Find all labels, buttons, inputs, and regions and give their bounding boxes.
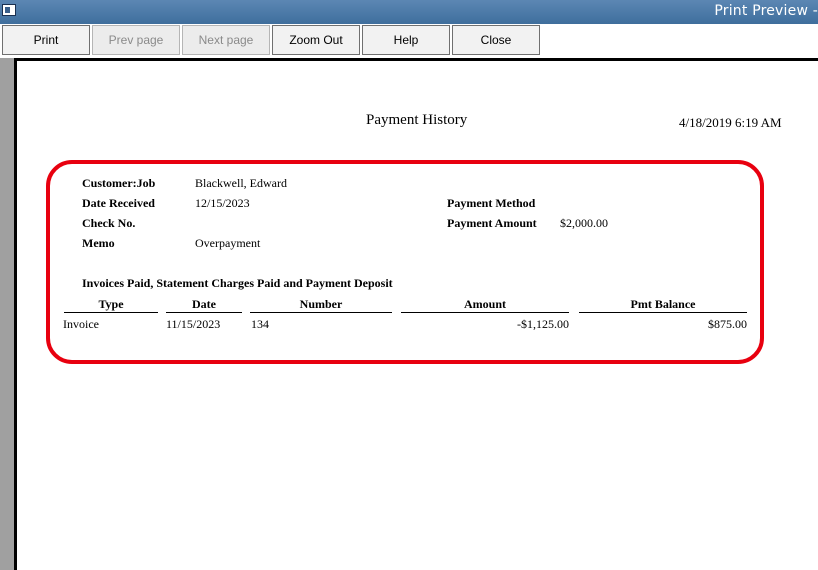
row-amount: -$1,125.00 — [517, 317, 569, 331]
row-number: 134 — [251, 317, 269, 331]
window-title: Print Preview - — [714, 3, 818, 19]
check-no-label: Check No. — [82, 216, 136, 230]
customer-job-value: Blackwell, Edward — [195, 176, 287, 190]
window-titlebar: Print Preview - — [0, 0, 818, 24]
column-header-date: Date — [166, 297, 242, 313]
date-received-label: Date Received — [82, 196, 155, 210]
customer-job-label: Customer:Job — [82, 176, 156, 190]
row-date: 11/15/2023 — [166, 317, 221, 331]
print-button[interactable]: Print — [2, 25, 90, 55]
section-title: Invoices Paid, Statement Charges Paid an… — [82, 276, 393, 290]
report-printed-at: 4/18/2019 6:19 AM — [679, 115, 782, 130]
memo-label: Memo — [82, 236, 115, 250]
report-page: Payment History 4/18/2019 6:19 AM Custom… — [17, 61, 818, 570]
preview-toolbar: Print Prev page Next page Zoom Out Help … — [0, 24, 818, 58]
column-header-number: Number — [250, 297, 392, 313]
memo-value: Overpayment — [195, 236, 261, 250]
payment-amount-value: $2,000.00 — [560, 216, 608, 230]
zoom-out-button[interactable]: Zoom Out — [272, 25, 360, 55]
column-header-amount: Amount — [401, 297, 569, 313]
preview-margin — [0, 58, 17, 570]
row-pmt-balance: $875.00 — [708, 317, 747, 331]
payment-amount-label: Payment Amount — [447, 216, 537, 230]
help-button[interactable]: Help — [362, 25, 450, 55]
report-title: Payment History — [366, 112, 468, 128]
app-icon[interactable] — [2, 4, 16, 16]
column-header-pmt-balance: Pmt Balance — [579, 297, 747, 313]
prev-page-button[interactable]: Prev page — [92, 25, 180, 55]
column-header-type: Type — [64, 297, 158, 313]
close-button[interactable]: Close — [452, 25, 540, 55]
payment-method-label: Payment Method — [447, 196, 536, 210]
next-page-button[interactable]: Next page — [182, 25, 270, 55]
date-received-value: 12/15/2023 — [195, 196, 250, 210]
row-type: Invoice — [63, 317, 99, 331]
